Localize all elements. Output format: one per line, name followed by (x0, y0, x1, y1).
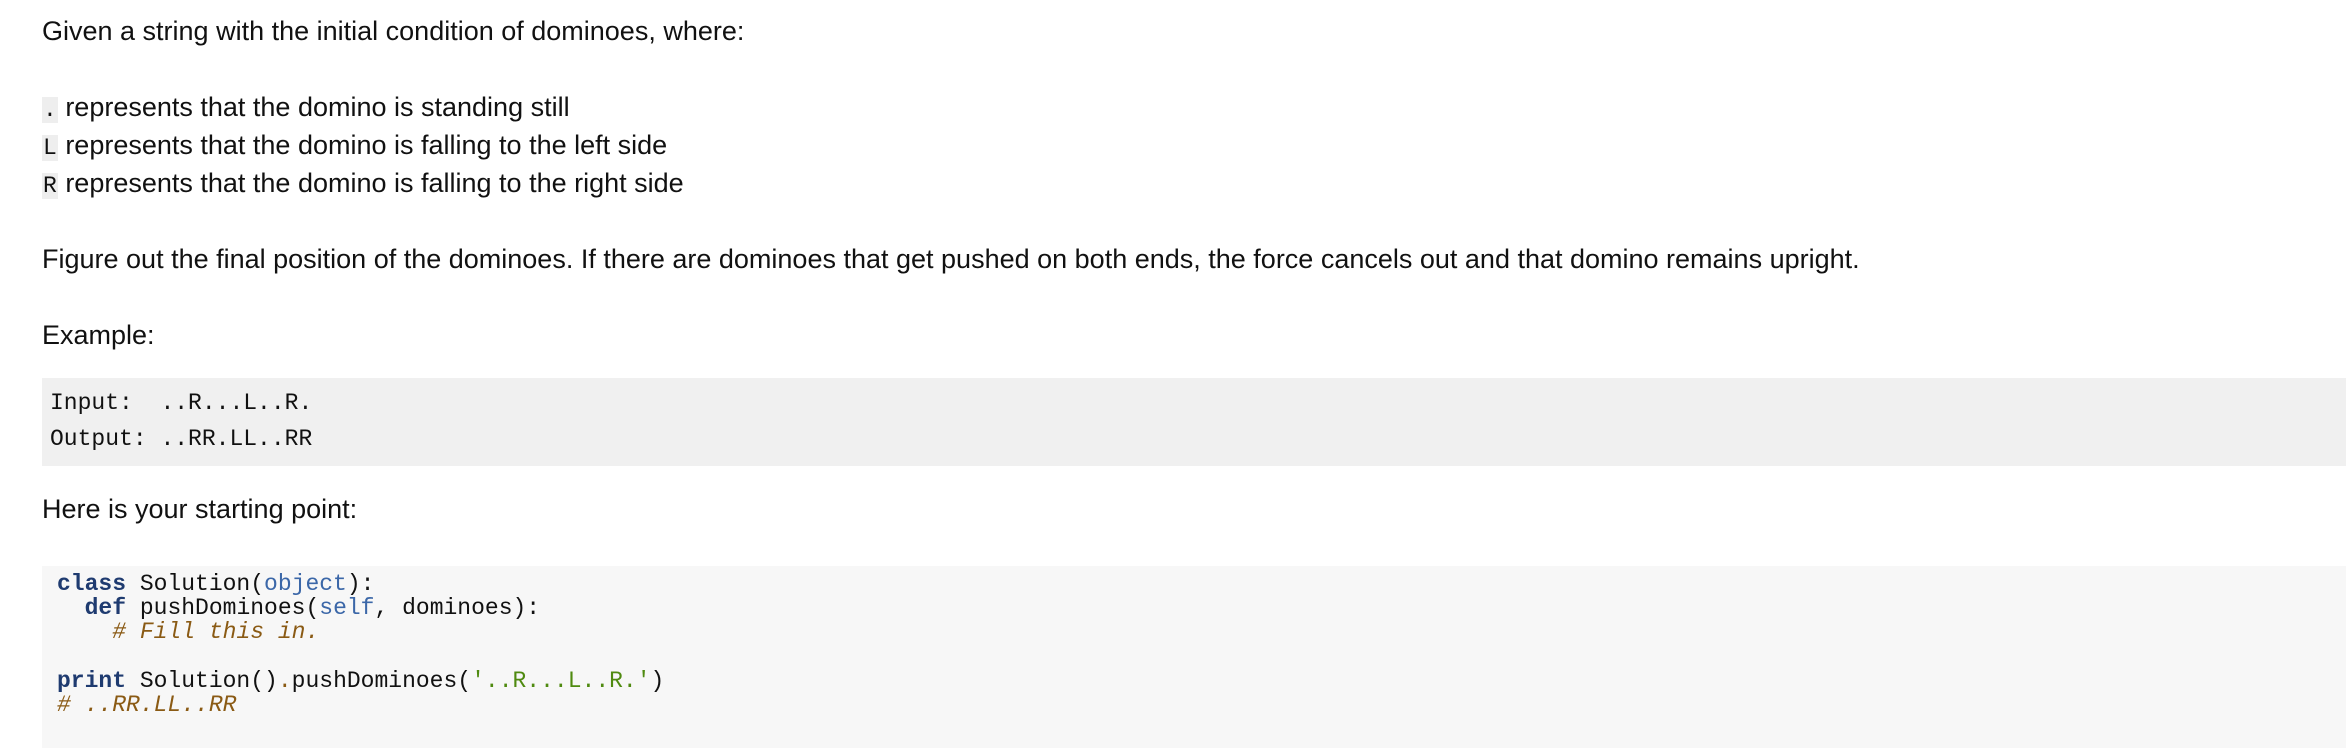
example-output-value: ..RR.LL..RR (160, 426, 313, 452)
example-input-value: ..R...L..R. (160, 390, 313, 416)
call-argument-string: '..R...L..R.' (471, 668, 651, 694)
example-output-label: Output: (50, 426, 147, 452)
legend-symbol: R (42, 173, 58, 199)
builtin-object: object (264, 571, 347, 597)
call-object: Solution() (126, 668, 278, 694)
legend-item-left: L represents that the domino is falling … (42, 126, 667, 167)
class-end: ): (346, 571, 375, 597)
example-output-line: Output: ..RR.LL..RR (50, 424, 312, 454)
call-method: pushDominoes( (291, 668, 472, 694)
keyword-print: print (57, 668, 127, 694)
class-name: Solution( (126, 571, 265, 597)
example-code-block: Input: ..R...L..R. Output: ..RR.LL..RR (42, 378, 2346, 466)
code-line-def: def pushDominoes(self, dominoes): (57, 595, 541, 621)
starter-code-block: class Solution(object): def pushDominoes… (42, 566, 2346, 748)
method-signature-start: pushDominoes( (126, 595, 320, 621)
example-input-line: Input: ..R...L..R. (50, 388, 312, 418)
code-line-class: class Solution(object): (57, 571, 374, 597)
document-page: Given a string with the initial conditio… (0, 0, 2346, 748)
comment-fill: # Fill this in. (112, 619, 320, 645)
description-text: Figure out the final position of the dom… (42, 244, 1860, 274)
legend-text: represents that the domino is standing s… (57, 92, 570, 122)
call-end: ) (650, 668, 665, 694)
legend-text: represents that the domino is falling to… (57, 168, 684, 198)
code-line-print: print Solution().pushDominoes('..R...L..… (57, 668, 664, 694)
legend-symbol: . (42, 97, 58, 123)
code-line-result-comment: # ..RR.LL..RR (57, 692, 236, 718)
legend-symbol: L (42, 135, 58, 161)
legend-item-standing: . represents that the domino is standing… (42, 88, 570, 129)
example-label: Example: (42, 320, 155, 350)
starting-point-label: Here is your starting point: (42, 494, 358, 524)
code-line-comment: # Fill this in. (57, 619, 319, 645)
keyword-class: class (57, 571, 127, 597)
keyword-def: def (84, 595, 127, 621)
example-input-label: Input: (50, 390, 133, 416)
legend-text: represents that the domino is falling to… (57, 130, 668, 160)
intro-text: Given a string with the initial conditio… (42, 16, 745, 46)
method-signature-end: , dominoes): (374, 595, 541, 621)
builtin-self: self (319, 595, 375, 621)
dot-operator: . (277, 668, 292, 694)
comment-result: # ..RR.LL..RR (57, 692, 237, 718)
legend-item-right: R represents that the domino is falling … (42, 164, 684, 205)
